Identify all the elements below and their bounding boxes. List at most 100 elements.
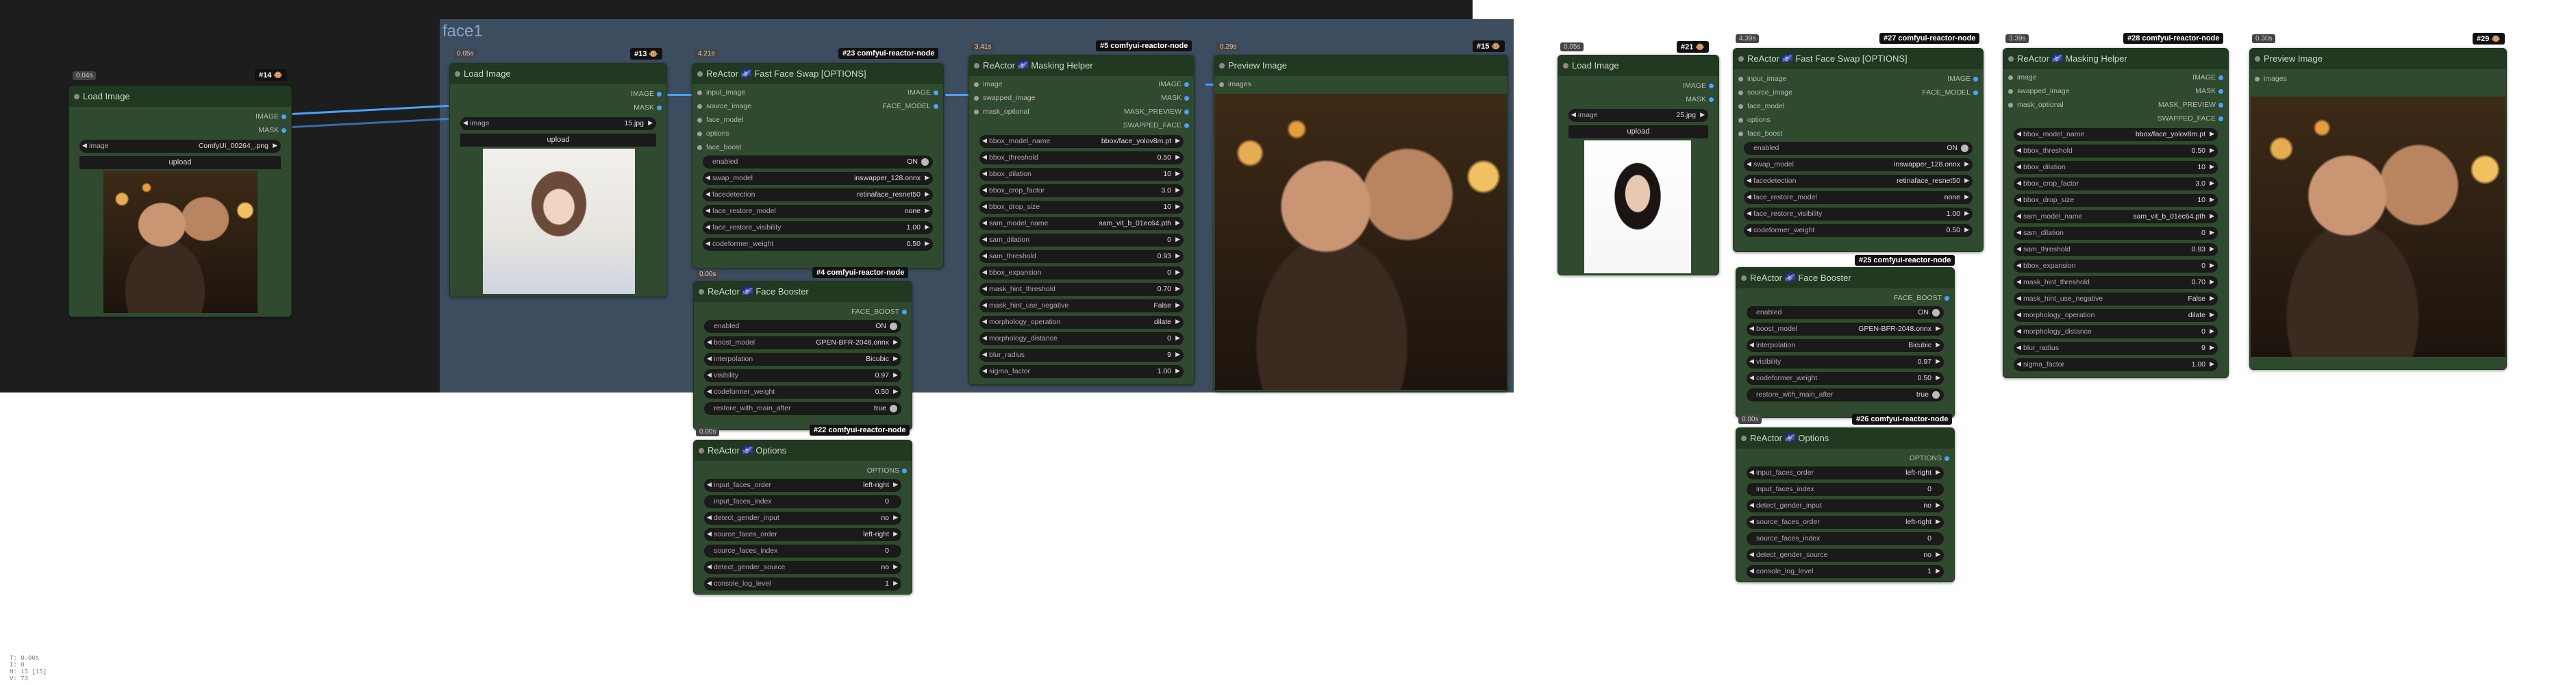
bbox-crop-factor-field[interactable]: ◀ bbox_crop_factor 3.0 ▶ (979, 184, 1184, 197)
bbox-drop-size-field[interactable]: ◀ bbox_drop_size 10 ▶ (979, 201, 1184, 214)
collapse-dot-icon[interactable] (974, 63, 979, 68)
enabled-toggle[interactable]: enabled ON (1744, 142, 1973, 155)
input-mask-optional[interactable]: mask_optional MASK_PREVIEW (969, 105, 1194, 119)
interpolation-select[interactable]: ◀ interpolation Bicubic ▶ (1747, 339, 1944, 352)
blur-radius-field[interactable]: ◀ blur_radius 9 ▶ (979, 349, 1184, 362)
output-mask[interactable]: MASK (450, 101, 666, 114)
detect-gender-source-select[interactable]: ◀ detect_gender_source no ▶ (1747, 549, 1944, 562)
sam-dilation-field[interactable]: ◀ sam_dilation 0 ▶ (979, 234, 1184, 247)
face-booster-node-4[interactable]: ReActor 🌌 Face Booster FACE_BOOST enable… (693, 281, 912, 430)
input-image[interactable]: image IMAGE (2003, 71, 2228, 84)
collapse-dot-icon[interactable] (74, 94, 79, 99)
masking-helper-node-28[interactable]: ReActor 🌌 Masking Helper image IMAGE swap… (2003, 48, 2229, 378)
node-title[interactable]: ReActor 🌌 Face Booster (694, 282, 912, 302)
output-image[interactable]: IMAGE (1558, 79, 1718, 92)
face-restore-model-select[interactable]: ◀ face_restore_model none ▶ (703, 205, 933, 218)
bbox-threshold-field[interactable]: ◀ bbox_threshold 0.50 ▶ (979, 151, 1184, 164)
input-source-image[interactable]: source_image FACE_MODEL (1734, 86, 1983, 99)
node-title[interactable]: ReActor 🌌 Masking Helper (969, 55, 1194, 76)
swap-model-select[interactable]: ◀ swap_model inswapper_128.onnx ▶ (703, 172, 933, 185)
face-restore-visibility-field[interactable]: ◀ face_restore_visibility 1.00 ▶ (703, 221, 933, 234)
sam-model-name-select[interactable]: ◀ sam_model_name sam_vit_b_01ec64.pth ▶ (979, 217, 1184, 230)
boost-model-select[interactable]: ◀ boost_model GPEN-BFR-2048.onnx ▶ (704, 336, 901, 349)
group-title[interactable]: face1 (442, 22, 483, 41)
node-title[interactable]: Load Image (1558, 55, 1718, 76)
load-image-node-21[interactable]: Load Image IMAGE MASK ◀ image 25.jpg ▶ uplo… (1558, 55, 1719, 275)
collapse-dot-icon[interactable] (699, 448, 704, 453)
bbox-dilation-field[interactable]: ◀ bbox_dilation 10 ▶ (2014, 161, 2218, 174)
blur-radius-field[interactable]: ◀ blur_radius 9 ▶ (2014, 342, 2218, 355)
detect-gender-source-select[interactable]: ◀ detect_gender_source no ▶ (704, 561, 901, 574)
bbox-threshold-field[interactable]: ◀ bbox_threshold 0.50 ▶ (2014, 145, 2218, 158)
output-options[interactable]: OPTIONS (694, 464, 912, 477)
input-options[interactable]: options (1734, 113, 1983, 127)
options-node-26[interactable]: ReActor 🌌 Options OPTIONS ◀ input_faces_o… (1736, 427, 1955, 582)
morphology-operation-select[interactable]: ◀ morphology_operation dilate ▶ (2014, 309, 2218, 322)
boost-model-select[interactable]: ◀ boost_model GPEN-BFR-2048.onnx ▶ (1747, 323, 1944, 336)
face-booster-node-25[interactable]: ReActor 🌌 Face Booster FACE_BOOST enable… (1736, 267, 1955, 418)
output-options[interactable]: OPTIONS (1736, 451, 1954, 465)
collapse-dot-icon[interactable] (699, 289, 704, 295)
preview-image-node-29[interactable]: Preview Image images (2249, 48, 2507, 370)
mask-hint-threshold-field[interactable]: ◀ mask_hint_threshold 0.70 ▶ (2014, 276, 2218, 289)
collapse-dot-icon[interactable] (2255, 56, 2260, 62)
source-faces-order-select[interactable]: ◀ source_faces_order left-right ▶ (704, 528, 901, 541)
facedetection-select[interactable]: ◀ facedetection retinaface_resnet50 ▶ (1744, 175, 1973, 188)
detect-gender-input-select[interactable]: ◀ detect_gender_input no ▶ (704, 512, 901, 525)
input-input-image[interactable]: input_image IMAGE (692, 86, 943, 99)
input-images[interactable]: images (2250, 72, 2506, 86)
face-restore-model-select[interactable]: ◀ face_restore_model none ▶ (1744, 191, 1973, 204)
sam-dilation-field[interactable]: ◀ sam_dilation 0 ▶ (2014, 227, 2218, 240)
bbox-expansion-field[interactable]: ◀ bbox_expansion 0 ▶ (979, 266, 1184, 279)
node-title[interactable]: ReActor 🌌 Options (694, 440, 912, 461)
sigma-factor-field[interactable]: ◀ sigma_factor 1.00 ▶ (979, 365, 1184, 378)
options-node-22[interactable]: ReActor 🌌 Options OPTIONS ◀ input_faces_o… (693, 440, 912, 595)
input-images[interactable]: images (1214, 77, 1508, 91)
input-image[interactable]: image IMAGE (969, 77, 1194, 91)
restore-with-main-after-toggle[interactable]: restore_with_main_after true (1747, 388, 1944, 401)
input-mask-optional[interactable]: mask_optional MASK_PREVIEW (2003, 98, 2228, 112)
codeformer-weight-field[interactable]: ◀ codeformer_weight 0.50 ▶ (704, 386, 901, 399)
sam-model-name-select[interactable]: ◀ sam_model_name sam_vit_b_01ec64.pth ▶ (2014, 210, 2218, 223)
input-options[interactable]: options (692, 127, 943, 140)
input-swapped-image[interactable]: swapped_image MASK (969, 91, 1194, 105)
codeformer-weight-field[interactable]: ◀ codeformer_weight 0.50 ▶ (703, 238, 933, 251)
collapse-dot-icon[interactable] (1738, 56, 1744, 62)
collapse-dot-icon[interactable] (455, 71, 460, 77)
input-face-model[interactable]: face_model (1734, 99, 1983, 113)
collapse-dot-icon[interactable] (1741, 436, 1747, 441)
input-faces-order-select[interactable]: ◀ input_faces_order left-right ▶ (1747, 466, 1944, 480)
input-face-boost[interactable]: face_boost (692, 140, 943, 154)
output-mask[interactable]: MASK (1558, 92, 1718, 106)
input-source-image[interactable]: source_image FACE_MODEL (692, 99, 943, 113)
input-swapped-image[interactable]: swapped_image MASK (2003, 84, 2228, 98)
bbox-drop-size-field[interactable]: ◀ bbox_drop_size 10 ▶ (2014, 194, 2218, 207)
image-select[interactable]: ◀ image ComfyUI_00264_.png ▶ (79, 140, 281, 153)
load-image-node-14[interactable]: Load Image IMAGE MASK ◀ image ComfyUI_0026… (68, 86, 292, 317)
load-image-node-13[interactable]: Load Image IMAGE MASK ◀ image 15.jpg ▶ uplo… (449, 63, 667, 297)
input-face-model[interactable]: face_model (692, 113, 943, 127)
input-faces-index-field[interactable]: input_faces_index 0 (1747, 483, 1944, 496)
facedetection-select[interactable]: ◀ facedetection retinaface_resnet50 ▶ (703, 188, 933, 201)
bbox-expansion-field[interactable]: ◀ bbox_expansion 0 ▶ (2014, 260, 2218, 273)
collapse-dot-icon[interactable] (1219, 63, 1225, 68)
output-mask[interactable]: MASK (69, 123, 291, 137)
codeformer-weight-field[interactable]: ◀ codeformer_weight 0.50 ▶ (1747, 372, 1944, 385)
restore-with-main-after-toggle[interactable]: restore_with_main_after true (704, 402, 901, 415)
interpolation-select[interactable]: ◀ interpolation Bicubic ▶ (704, 353, 901, 366)
collapse-dot-icon[interactable] (1741, 275, 1747, 281)
console-log-level-field[interactable]: ◀ console_log_level 1 ▶ (704, 577, 901, 590)
sam-threshold-field[interactable]: ◀ sam_threshold 0.93 ▶ (2014, 243, 2218, 256)
node-title[interactable]: ReActor 🌌 Masking Helper (2003, 49, 2228, 69)
output-image[interactable]: IMAGE (69, 110, 291, 123)
visibility-field[interactable]: ◀ visibility 0.97 ▶ (1747, 356, 1944, 369)
bbox-model-name-select[interactable]: ◀ bbox_model_name bbox/face_yolov8m.pt ▶ (2014, 128, 2218, 141)
enabled-toggle[interactable]: enabled ON (1747, 306, 1944, 319)
image-select[interactable]: ◀ image 25.jpg ▶ (1568, 109, 1708, 122)
collapse-dot-icon[interactable] (697, 71, 703, 77)
output-swapped-face[interactable]: SWAPPED_FACE (2003, 112, 2228, 125)
output-face-boost[interactable]: FACE_BOOST (694, 305, 912, 319)
input-faces-index-field[interactable]: input_faces_index 0 (704, 495, 901, 508)
preview-image-node-15[interactable]: Preview Image images (1214, 55, 1508, 392)
mask-hint-use-negative-select[interactable]: ◀ mask_hint_use_negative False ▶ (2014, 292, 2218, 306)
